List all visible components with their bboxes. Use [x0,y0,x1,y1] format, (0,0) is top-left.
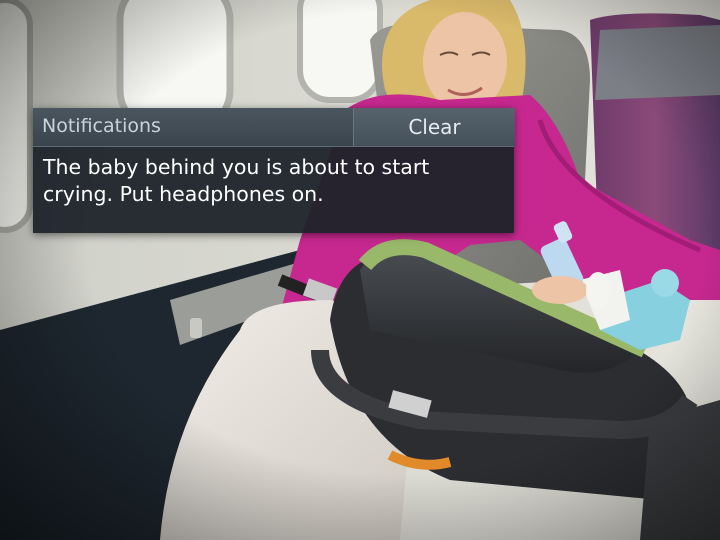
airplane-window [0,0,33,233]
baby-hand [586,272,610,308]
notification-message[interactable]: The baby behind you is about to start cr… [43,154,505,208]
seat-headrest [595,25,720,100]
notification-title: Notifications [42,115,161,137]
notification-header: Notifications Clear [33,108,515,147]
woman-hand [532,276,588,304]
clear-button[interactable]: Clear [353,108,515,146]
seat-front-bottom [640,400,720,540]
airplane-cabin-photo [0,0,720,540]
notification-panel: Notifications Clear The baby behind you … [33,108,515,233]
airplane-window [297,0,383,103]
armrest-button [190,318,202,338]
